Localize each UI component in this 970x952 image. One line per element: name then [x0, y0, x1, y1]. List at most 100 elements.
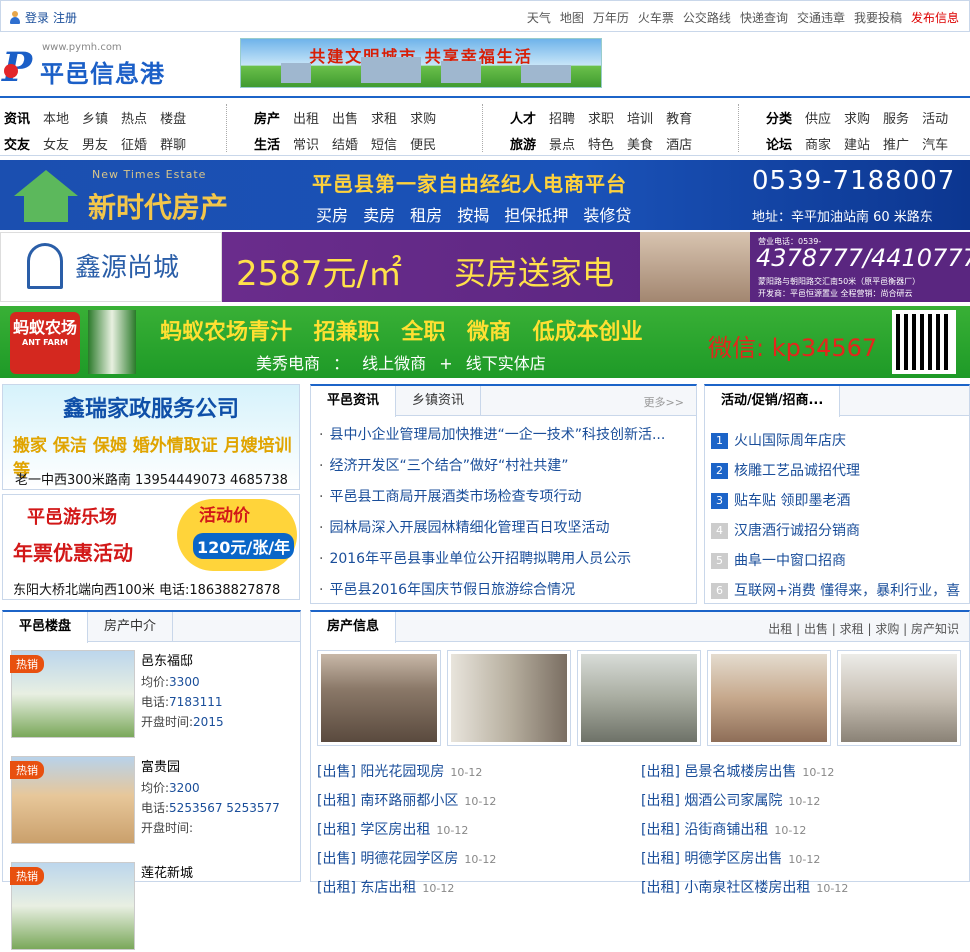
news-item[interactable]: 经济开发区“三个结合”做好“村社共建”	[319, 451, 665, 482]
tab-promotions[interactable]: 活动/促销/招商...	[705, 386, 841, 417]
news-more-link[interactable]: 更多>>	[644, 394, 684, 410]
nav-item[interactable]: 群聊	[160, 134, 186, 153]
nav-item[interactable]: 求租	[371, 108, 397, 127]
nav-item[interactable]: 求职	[588, 108, 614, 127]
estate-item[interactable]: 热销 富贵园 均价:3200 电话:5253567 5253577 开盘时间:	[9, 756, 299, 846]
house-listing[interactable]: [出租] 沿街商铺出租 10-12	[641, 816, 848, 845]
house-photo[interactable]	[577, 650, 701, 746]
nav-item[interactable]: 出租	[293, 108, 319, 127]
nav-item[interactable]: 楼盘	[160, 108, 186, 127]
estate-photo[interactable]: 热销	[10, 862, 135, 950]
banner-new-times-estate[interactable]: New Times Estate 新时代房产 平邑县第一家自由经纪人电商平台 买…	[0, 160, 970, 230]
nav-cat-life[interactable]: 生活	[254, 134, 280, 153]
house-listing[interactable]: [出售] 明德花园学区房 10-12	[317, 845, 496, 874]
news-item[interactable]: 县中小企业管理局加快推进“一企一技术”科技创新活...	[319, 420, 665, 451]
nav-item[interactable]: 服务	[883, 108, 909, 127]
news-item[interactable]: 平邑县工商局开展酒类市场检查专项行动	[319, 482, 665, 513]
nav-item[interactable]: 乡镇	[82, 108, 108, 127]
house-listing[interactable]: [出租] 学区房出租 10-12	[317, 816, 496, 845]
site-logo[interactable]: P www.pymh.com 平邑信息港	[0, 40, 200, 91]
estate-photo[interactable]: 热销	[10, 756, 135, 844]
nav-item[interactable]: 特色	[588, 134, 614, 153]
nav-item[interactable]: 常识	[293, 134, 319, 153]
nav-item[interactable]: 活动	[922, 108, 948, 127]
tab-agencies[interactable]: 房产中介	[88, 612, 174, 641]
estate-name[interactable]: 邑东福邸	[141, 652, 224, 672]
nav-item[interactable]: 女友	[43, 134, 69, 153]
promo-item[interactable]: 4 汉唐酒行诚招分销商	[711, 516, 970, 546]
house-photo[interactable]	[707, 650, 831, 746]
express-query-link[interactable]: 快递查询	[740, 9, 788, 26]
house-photo[interactable]	[837, 650, 961, 746]
ad-amusement-park[interactable]: 平邑游乐场 年票优惠活动 活动价 120元/张/年 东阳大桥北端向西100米 电…	[2, 494, 300, 600]
nav-item[interactable]: 结婚	[332, 134, 358, 153]
estate-item[interactable]: 热销 邑东福邸 均价:3300 电话:7183111 开盘时间:2015	[9, 650, 299, 740]
promo-item[interactable]: 2 核雕工艺品诚招代理	[711, 456, 970, 486]
nav-cat-estate[interactable]: 房产	[254, 108, 280, 127]
estate-name[interactable]: 富贵园	[141, 758, 280, 778]
nav-item[interactable]: 招聘	[549, 108, 575, 127]
slogan-banner[interactable]: 共建文明城市 共享幸福生活	[240, 38, 602, 88]
estate-photo[interactable]: 热销	[10, 650, 135, 738]
nav-item[interactable]: 便民	[410, 134, 436, 153]
nav-item[interactable]: 汽车	[922, 134, 948, 153]
nav-item[interactable]: 培训	[627, 108, 653, 127]
tab-town-news[interactable]: 乡镇资讯	[396, 386, 482, 415]
estate-item[interactable]: 热销 莲花新城	[9, 862, 299, 952]
news-item[interactable]: 平邑县2016年国庆节假日旅游综合情况	[319, 575, 665, 606]
nav-cat-forum[interactable]: 论坛	[766, 134, 792, 153]
nav-item[interactable]: 酒店	[666, 134, 692, 153]
banner-xinyuan[interactable]: 鑫源尚城 2587元/㎡ 买房送家电 营业电话：0539- 4378777/44…	[0, 232, 970, 302]
tab-pingyi-estates[interactable]: 平邑楼盘	[3, 612, 89, 643]
nav-cat-talent[interactable]: 人才	[510, 108, 536, 127]
nav-cat-travel[interactable]: 旅游	[510, 134, 536, 153]
house-listing[interactable]: [出租] 小南泉社区楼房出租 10-12	[641, 874, 848, 903]
nav-item[interactable]: 求购	[410, 108, 436, 127]
promo-item[interactable]: 5 曲阜一中窗口招商	[711, 546, 970, 576]
house-photo[interactable]	[317, 650, 441, 746]
nav-item[interactable]: 景点	[549, 134, 575, 153]
nav-item[interactable]: 供应	[805, 108, 831, 127]
nav-item[interactable]: 美食	[627, 134, 653, 153]
bus-route-link[interactable]: 公交路线	[683, 9, 731, 26]
house-listing[interactable]: [出租] 明德学区房出售 10-12	[641, 845, 848, 874]
weather-link[interactable]: 天气	[527, 9, 551, 26]
house-listing[interactable]: [出售] 阳光花园现房 10-12	[317, 758, 496, 787]
register-link[interactable]: 注册	[53, 9, 77, 26]
promo-item[interactable]: 6 互联网+消费 懂得来，暴利行业，喜	[711, 576, 970, 606]
publish-info-link[interactable]: 发布信息	[911, 9, 959, 26]
nav-item[interactable]: 短信	[371, 134, 397, 153]
promo-item[interactable]: 3 贴车贴 领即墨老酒	[711, 486, 970, 516]
news-item[interactable]: 2016年平邑县事业单位公开招聘拟聘用人员公示	[319, 544, 665, 575]
house-listing[interactable]: [出租] 南环路丽都小区 10-12	[317, 787, 496, 816]
tab-house-info[interactable]: 房产信息	[311, 612, 397, 643]
nav-item[interactable]: 男友	[82, 134, 108, 153]
house-listing[interactable]: [出租] 烟酒公司家属院 10-12	[641, 787, 848, 816]
nav-item[interactable]: 商家	[805, 134, 831, 153]
calendar-link[interactable]: 万年历	[593, 9, 629, 26]
nav-cat-news[interactable]: 资讯	[4, 108, 30, 127]
nav-item[interactable]: 教育	[666, 108, 692, 127]
ad-housekeeping[interactable]: 鑫瑞家政服务公司 搬家 保洁 保姆 婚外情取证 月嫂培训 等 老一中西300米路…	[2, 384, 300, 490]
house-category-links[interactable]: 出租 | 出售 | 求租 | 求购 | 房产知识	[768, 620, 959, 637]
tab-pingyi-news[interactable]: 平邑资讯	[311, 386, 397, 417]
login-link[interactable]: 登录	[25, 9, 49, 26]
promo-item[interactable]: 1 火山国际周年店庆	[711, 426, 970, 456]
house-listing[interactable]: [出租] 邑景名城楼房出售 10-12	[641, 758, 848, 787]
nav-item[interactable]: 热点	[121, 108, 147, 127]
nav-cat-dating[interactable]: 交友	[4, 134, 30, 153]
banner-ant-farm[interactable]: 蚂蚁农场 ANT FARM 蚂蚁农场青汁 招兼职 全职 微商 低成本创业 美秀电…	[0, 306, 970, 378]
nav-item[interactable]: 出售	[332, 108, 358, 127]
nav-item[interactable]: 求购	[844, 108, 870, 127]
nav-item[interactable]: 建站	[844, 134, 870, 153]
nav-item[interactable]: 本地	[43, 108, 69, 127]
news-item[interactable]: 园林局深入开展园林精细化管理百日攻坚活动	[319, 513, 665, 544]
submit-article-link[interactable]: 我要投稿	[854, 9, 902, 26]
train-ticket-link[interactable]: 火车票	[638, 9, 674, 26]
estate-name[interactable]: 莲花新城	[141, 864, 193, 884]
house-photo[interactable]	[447, 650, 571, 746]
nav-item[interactable]: 征婚	[121, 134, 147, 153]
house-listing[interactable]: [出租] 东店出租 10-12	[317, 874, 496, 903]
nav-cat-classified[interactable]: 分类	[766, 108, 792, 127]
map-link[interactable]: 地图	[560, 9, 584, 26]
